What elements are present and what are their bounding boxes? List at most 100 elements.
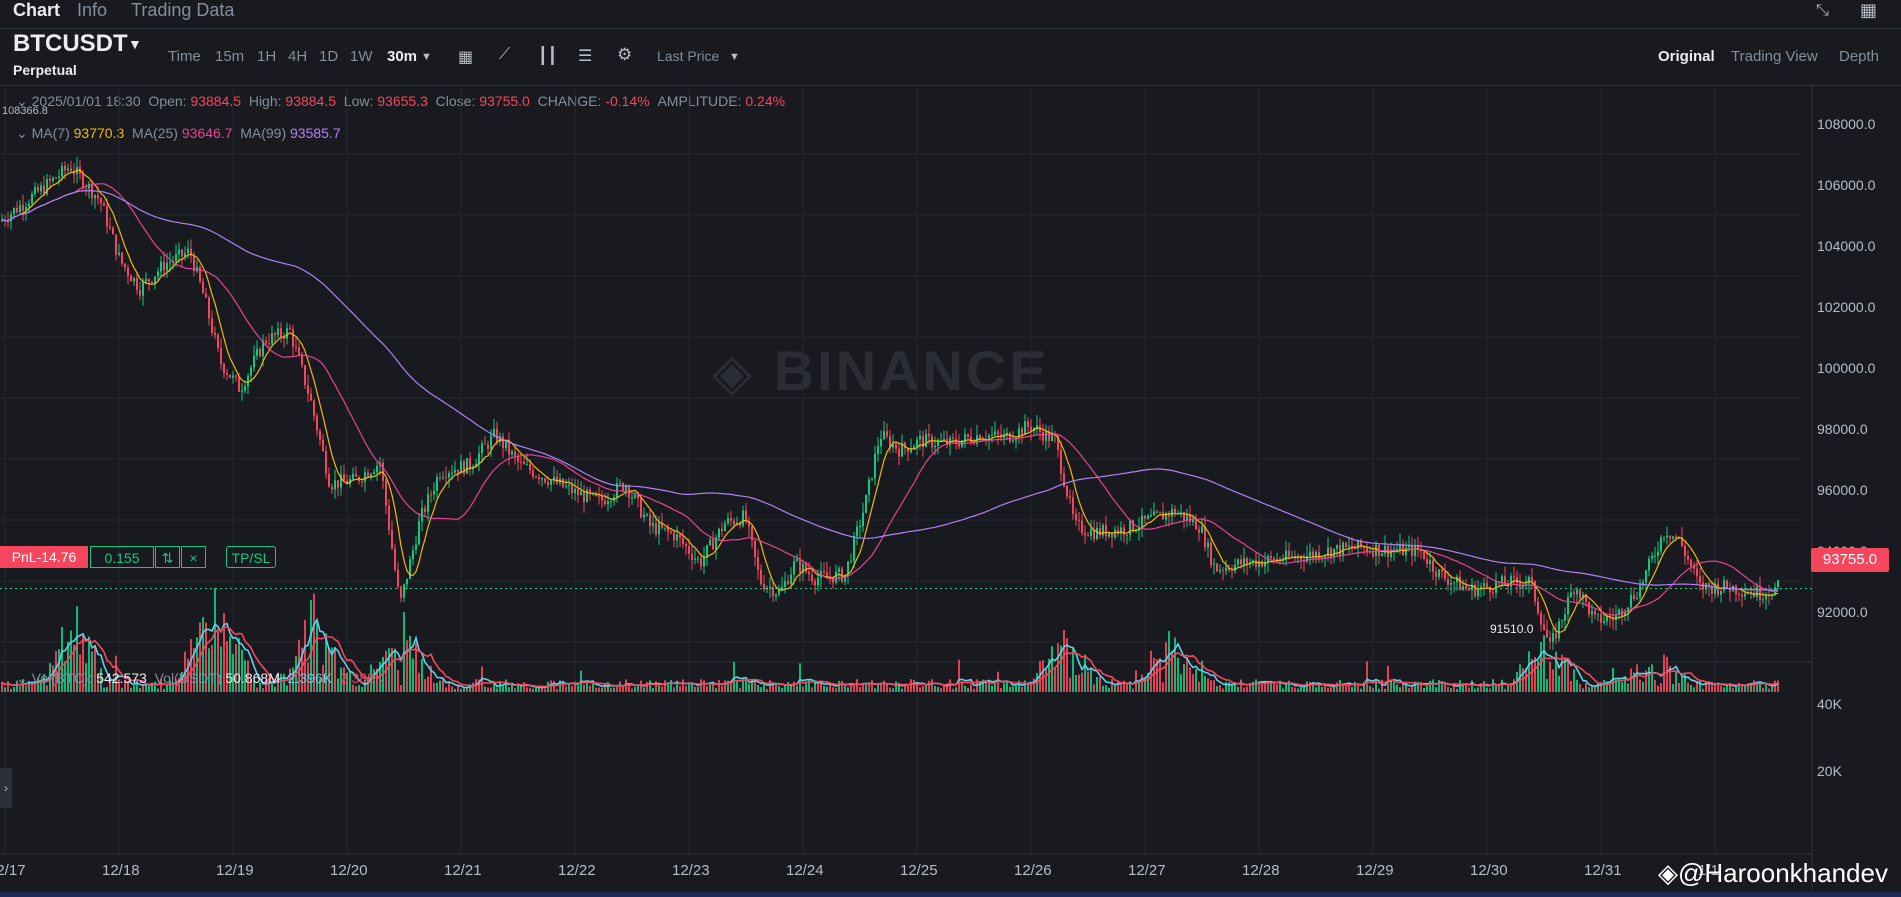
candle-body [523,461,525,465]
candle-body [964,434,966,441]
candle-body [1429,560,1431,564]
candle-body [580,491,582,496]
candle-body [412,549,414,560]
reverse-icon[interactable]: ⇅ [155,546,180,568]
tab-info[interactable]: Info [77,0,107,21]
candle-body [1645,570,1647,583]
candle-body [1381,553,1383,557]
candle-body [97,195,99,199]
last-price-tag: 93755.0 [1811,548,1889,572]
collapse-vol-icon[interactable]: ⌄ [16,670,28,686]
gear-icon[interactable]: ⚙ [617,45,632,65]
volume-bar [1315,687,1317,692]
interval-1h[interactable]: 1H [257,48,276,65]
volume-bar [1720,685,1722,692]
volume-bar [1183,663,1185,692]
interval-1d[interactable]: 1D [319,48,338,65]
interval-15m[interactable]: 15m [215,48,244,65]
candle-body [217,334,219,349]
candle-body [1630,594,1632,608]
layout-icon[interactable]: ☰ [578,46,592,66]
candle-body [1690,559,1692,566]
candle-body [928,433,930,437]
interval-time[interactable]: Time [168,48,201,65]
volume-bar [1399,687,1401,692]
volume-bar [556,688,558,692]
interval-1w[interactable]: 1W [350,48,373,65]
view-trading-view[interactable]: Trading View [1731,48,1818,65]
candle-body [529,464,531,471]
symbol-name[interactable]: BTCUSDT [13,30,128,58]
volume-bar [778,686,780,692]
candle-body [1726,580,1728,588]
candle-body [931,436,933,448]
volume-bar [1162,682,1164,692]
candle-body [619,483,621,485]
interval-4h[interactable]: 4H [288,48,307,65]
candle-body [1423,551,1425,559]
candle-body [625,486,627,491]
candle-body [1336,545,1338,549]
tab-chart[interactable]: Chart [13,0,60,21]
volume-bar [910,679,912,692]
symbol-dropdown-icon[interactable]: ▼ [128,36,142,52]
interval-dropdown-icon[interactable]: ▼ [421,51,432,63]
grid-layout-icon[interactable]: ▦ [1860,0,1877,21]
candle-type-icon[interactable]: ┃┃ [538,46,557,66]
candle-body [958,443,960,447]
volume-bar [1594,686,1596,692]
candle-body [367,472,369,478]
candle-body [769,586,771,588]
volume-bar [1408,688,1410,692]
candle-body [115,234,117,255]
candle-body [304,365,306,386]
candle-body [1546,629,1548,638]
candlestick-chart[interactable] [0,84,1901,892]
close-position-icon[interactable]: × [181,546,206,568]
position-qty[interactable]: 0.155 [90,546,154,568]
volume-bar [736,680,738,692]
expand-panel-icon[interactable]: › [0,768,12,808]
volume-bar [919,687,921,692]
volume-bar [799,663,801,692]
volume-bar [715,688,717,692]
price-type-select[interactable]: Last Price [657,48,719,64]
candle-body [1219,569,1221,572]
candle-body [1240,559,1242,565]
volume-bar [106,687,108,692]
candle-body [1720,590,1722,595]
volume-bar [1210,680,1212,692]
candle-body [481,443,483,454]
candle-body [766,587,768,590]
volume-bar [637,685,639,692]
volume-bar [1732,688,1734,692]
candle-body [622,483,624,491]
candle-body [139,290,141,296]
calendar-icon[interactable]: ▦ [458,47,473,67]
candle-body [1687,555,1689,560]
candle-body [277,328,279,336]
tab-trading-data[interactable]: Trading Data [131,0,234,21]
view-original[interactable]: Original [1658,48,1715,65]
candle-body [49,179,51,181]
volume-bar [1567,658,1569,692]
tpsl-button[interactable]: TP/SL [226,546,276,568]
interval-30m[interactable]: 30m [387,48,417,65]
date-axis-label: 12/26 [1014,862,1052,879]
volume-bar [1654,679,1656,692]
volume-bar [520,686,522,692]
volume-bar [1366,661,1368,692]
vol-axis-20k: 20K [1817,763,1842,779]
volume-bar [1114,685,1116,692]
price-type-dropdown-icon[interactable]: ▼ [729,51,740,63]
view-depth[interactable]: Depth [1839,48,1879,65]
candle-body [202,281,204,294]
collapse-icon[interactable]: ⤡ [1816,2,1829,20]
candle-body [1657,551,1659,556]
volume-bar [1642,681,1644,692]
indicator-icon[interactable]: ⟋ [499,46,510,64]
volume-bar [700,679,702,692]
candle-body [1411,544,1413,557]
volume-bar [721,685,723,692]
candle-body [355,473,357,477]
